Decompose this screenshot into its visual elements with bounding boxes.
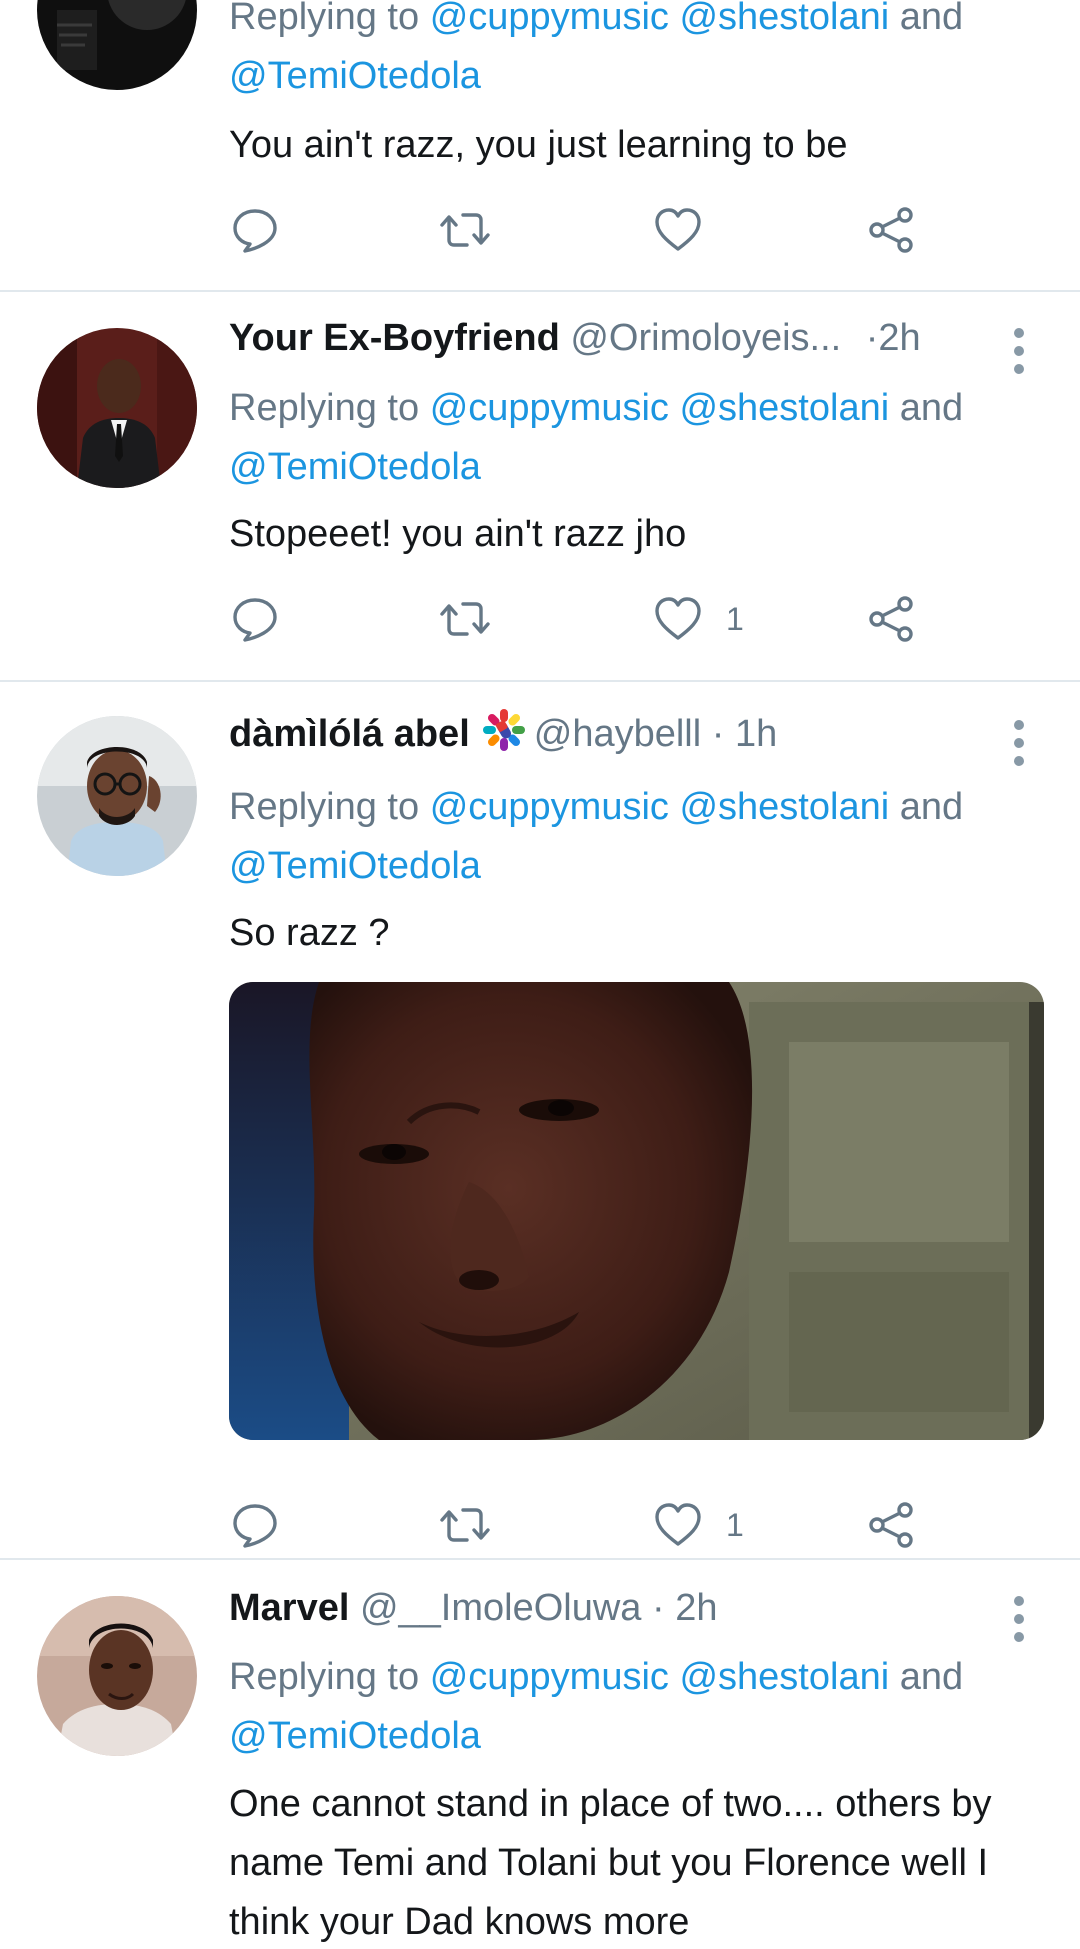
avatar[interactable] [37,1596,197,1756]
mention-link[interactable]: @shestolani [679,786,889,828]
mention-link[interactable]: @cuppymusic [430,786,669,828]
reply-button[interactable] [229,589,281,649]
mention-link[interactable]: @cuppymusic [430,387,669,429]
reply-button[interactable] [229,1495,281,1555]
tweet-item[interactable]: Your Ex-Boyfriend @Orimoloyeis... ·2h Re… [0,292,1080,682]
avatar[interactable] [37,328,197,488]
replying-to: Replying to @cuppymusic @shestolani and … [229,0,1049,106]
share-icon [865,204,917,256]
mention-link[interactable]: @shestolani [679,387,889,429]
share-button[interactable] [865,200,917,260]
avatar[interactable] [37,0,197,90]
speech-bubble-icon [229,204,281,256]
user-handle[interactable]: @__ImoleOluwa [360,1587,641,1629]
speech-bubble-icon [229,1499,281,1551]
heart-icon [652,204,704,256]
and-label: and [899,1656,964,1698]
share-button[interactable] [865,589,917,649]
share-icon [865,593,917,645]
more-options-button[interactable] [1004,720,1034,780]
vertical-dots-icon [1014,328,1024,338]
mention-link[interactable]: @TemiOtedola [229,55,481,97]
display-name[interactable]: Your Ex-Boyfriend [229,317,560,359]
tweet-item[interactable]: Replying to @cuppymusic @shestolani and … [0,0,1080,292]
mention-link[interactable]: @cuppymusic [430,0,669,38]
vertical-dots-icon [1014,720,1024,730]
face-photo [229,982,1044,1440]
mention-link[interactable]: @shestolani [679,1656,889,1698]
tweet-text: So razz ? [229,912,390,954]
like-count: 1 [726,600,744,637]
tweet-actions: 1 [229,589,949,649]
separator-dot: · [711,713,725,755]
vertical-dots-icon [1014,1596,1024,1606]
like-count: 1 [726,1506,744,1543]
and-label: and [899,786,964,828]
separator-dot: · [652,1587,665,1629]
tweet-header: Your Ex-Boyfriend @Orimoloyeis... ·2h [229,312,960,364]
tweet-media-image[interactable] [229,982,1044,1440]
tweet-header: Marvel @__ImoleOluwa · 2h [229,1582,960,1634]
tweet-actions [229,200,949,260]
mention-link[interactable]: @cuppymusic [430,1656,669,1698]
retweet-icon [439,1499,491,1551]
heart-icon [652,1499,704,1551]
mention-link[interactable]: @shestolani [679,0,889,38]
retweet-button[interactable] [439,1495,491,1555]
tweet-header: dàmìlólá abel @haybelll · 1h [229,706,960,758]
like-button[interactable]: 1 [652,589,744,649]
like-button[interactable] [652,200,704,260]
separator-dot: · [865,317,879,359]
retweet-button[interactable] [439,200,491,260]
and-label: and [899,387,964,429]
share-button[interactable] [865,1495,917,1555]
tweet-item[interactable]: dàmìlólá abel @haybelll · 1h Replying to… [0,682,1080,1560]
mention-link[interactable]: @TemiOtedola [229,446,481,488]
tweet-text: You ain't razz, you just learning to be [229,124,848,166]
avatar[interactable] [37,716,197,876]
display-name[interactable]: Marvel [229,1587,349,1629]
tweet-item[interactable]: Marvel @__ImoleOluwa · 2h Replying to @c… [0,1560,1080,1949]
display-name[interactable]: dàmìlólá abel [229,713,470,755]
replying-to-label: Replying to [229,0,420,38]
replying-to: Replying to @cuppymusic @shestolani and … [229,1648,1049,1766]
timestamp[interactable]: 2h [675,1587,717,1629]
and-label: and [899,0,964,38]
replying-to-label: Replying to [229,387,420,429]
replying-to-label: Replying to [229,1656,420,1698]
timestamp[interactable]: 2h [878,317,920,359]
user-handle[interactable]: @haybelll [534,713,701,755]
retweet-icon [439,204,491,256]
colorful-pills-emoji-icon [482,709,525,751]
speech-bubble-icon [229,593,281,645]
timeline: Replying to @cuppymusic @shestolani and … [0,0,1080,1949]
reply-button[interactable] [229,200,281,260]
replying-to: Replying to @cuppymusic @shestolani and … [229,778,1049,896]
retweet-icon [439,593,491,645]
replying-to-label: Replying to [229,786,420,828]
heart-icon [652,593,704,645]
timestamp[interactable]: 1h [735,713,777,755]
mention-link[interactable]: @TemiOtedola [229,845,481,887]
mention-link[interactable]: @TemiOtedola [229,1715,481,1757]
retweet-button[interactable] [439,589,491,649]
tweet-text: Stopeeet! you ain't razz jho [229,513,687,555]
tweet-actions: 1 [229,1495,949,1555]
more-options-button[interactable] [1004,1596,1034,1656]
share-icon [865,1499,917,1551]
tweet-text: One cannot stand in place of two.... oth… [229,1783,992,1943]
user-handle[interactable]: @Orimoloyeis... [570,317,841,359]
like-button[interactable]: 1 [652,1495,744,1555]
replying-to: Replying to @cuppymusic @shestolani and … [229,379,1049,497]
